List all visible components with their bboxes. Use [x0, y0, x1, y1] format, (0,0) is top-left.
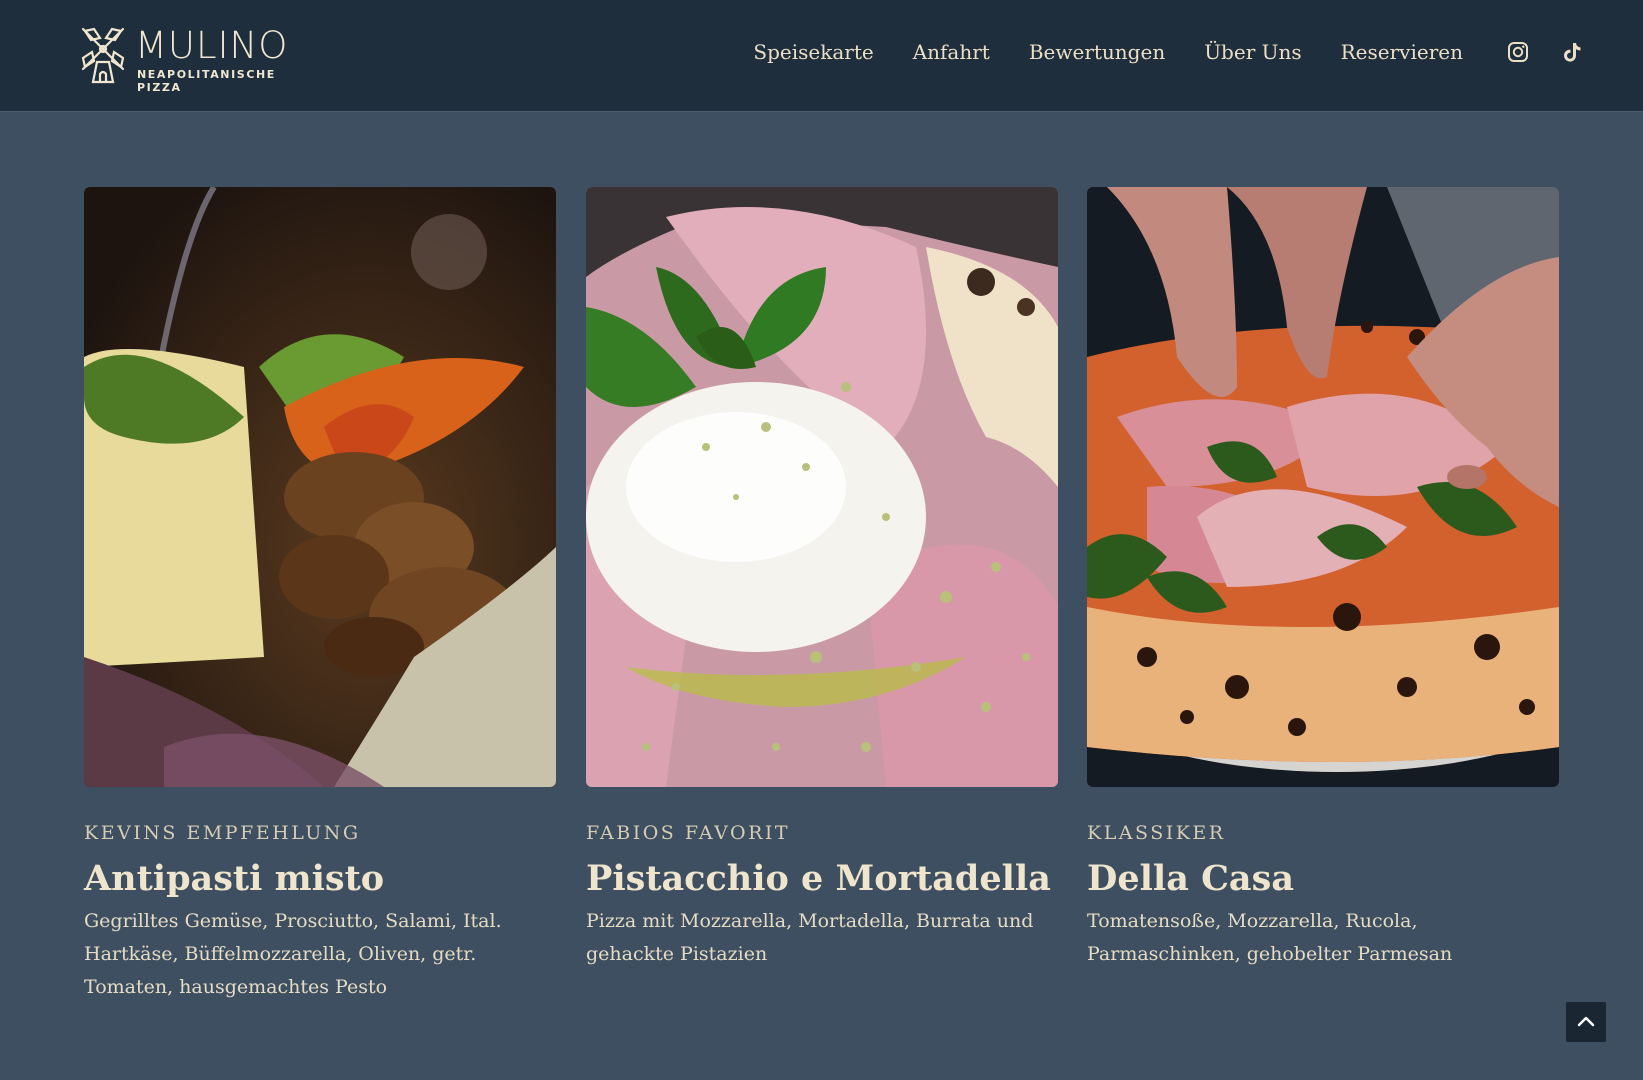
- dish-card-pistacchio[interactable]: FABIOS FAVORIT Pistacchio e Mortadella P…: [586, 187, 1058, 971]
- nav-item-anfahrt[interactable]: Anfahrt: [913, 40, 990, 64]
- nav-item-speisekarte[interactable]: Speisekarte: [753, 40, 873, 64]
- dish-description: Tomatensoße, Mozzarella, Rucola, Parmasc…: [1087, 910, 1453, 965]
- antipasti-photo: [84, 187, 556, 787]
- social-links: [1507, 41, 1583, 63]
- dish-title: Della Casa: [1087, 858, 1294, 899]
- dish-card-antipasti[interactable]: KEVINS EMPFEHLUNG Antipasti misto Gegril…: [84, 187, 556, 1004]
- tiktok-icon[interactable]: [1561, 41, 1583, 63]
- dish-description: Gegrilltes Gemüse, Prosciutto, Salami, I…: [84, 910, 502, 998]
- nav-item-ueber-uns[interactable]: Über Uns: [1204, 40, 1301, 64]
- dish-eyebrow: KLASSIKER: [1087, 822, 1226, 844]
- dish-eyebrow: FABIOS FAVORIT: [586, 822, 791, 844]
- della-casa-pizza-photo: [1087, 187, 1559, 787]
- nav-item-reservieren[interactable]: Reservieren: [1341, 40, 1463, 64]
- windmill-icon: [81, 27, 125, 84]
- brand-logo[interactable]: MULINO NEAPOLITANISCHE PIZZA: [80, 24, 320, 94]
- main-nav: Speisekarte Anfahrt Bewertungen Über Uns…: [714, 40, 1583, 64]
- dish-title: Antipasti misto: [84, 858, 385, 899]
- dish-eyebrow: KEVINS EMPFEHLUNG: [84, 822, 361, 844]
- brand-name: MULINO: [135, 24, 289, 67]
- back-to-top-button[interactable]: [1566, 1002, 1606, 1042]
- pistacchio-pizza-photo: [586, 187, 1058, 787]
- site-header: MULINO NEAPOLITANISCHE PIZZA Speisekarte…: [0, 0, 1643, 112]
- instagram-icon[interactable]: [1507, 41, 1529, 63]
- brand-tagline: NEAPOLITANISCHE PIZZA: [137, 68, 276, 94]
- chevron-up-icon: [1577, 1016, 1595, 1027]
- dish-card-della-casa[interactable]: KLASSIKER Della Casa Tomatensoße, Mozzar…: [1087, 187, 1559, 971]
- dish-description: Pizza mit Mozzarella, Mortadella, Burrat…: [586, 910, 1034, 965]
- dish-title: Pistacchio e Mortadella: [586, 858, 1051, 899]
- nav-item-bewertungen[interactable]: Bewertungen: [1029, 40, 1165, 64]
